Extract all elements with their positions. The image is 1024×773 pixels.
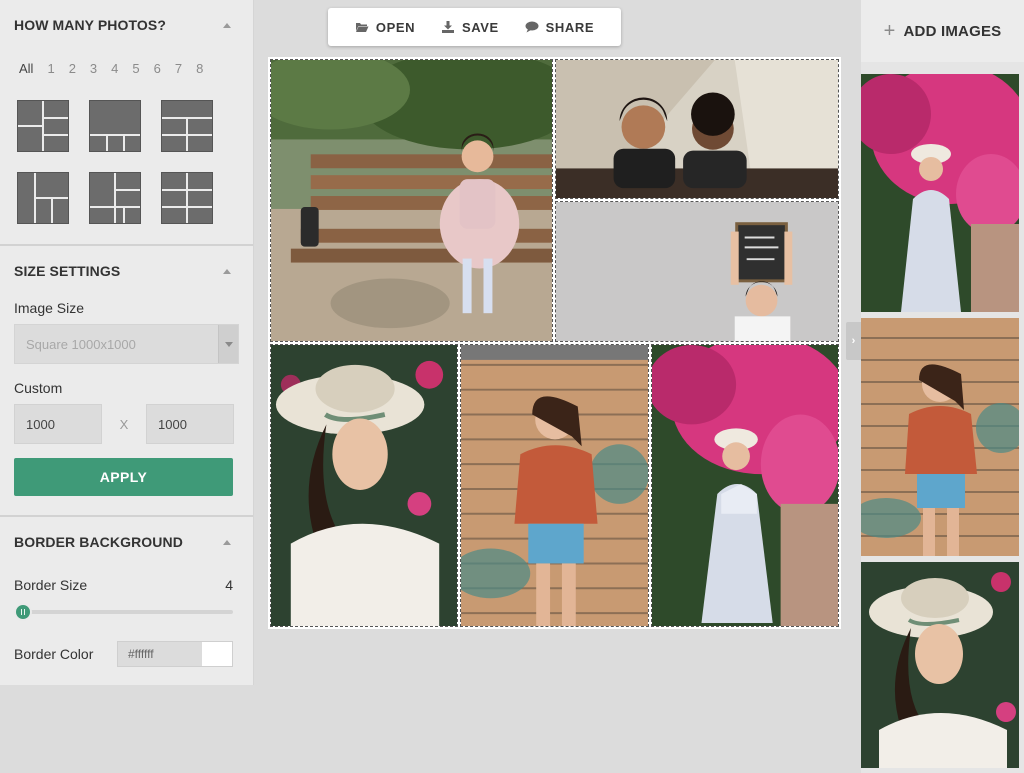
- count-option-5[interactable]: 5: [132, 61, 139, 76]
- photo-image: [461, 345, 648, 626]
- size-section-title: SIZE SETTINGS: [14, 263, 121, 279]
- slider-track[interactable]: [14, 610, 233, 614]
- count-option-7[interactable]: 7: [175, 61, 182, 76]
- image-thumbnail-2[interactable]: [861, 318, 1019, 556]
- chevron-up-icon[interactable]: [223, 539, 231, 545]
- slider-handle[interactable]: [14, 603, 32, 621]
- toolbar: OPEN SAVE SHARE: [328, 8, 621, 46]
- layout-option-5[interactable]: [89, 172, 141, 224]
- collage-canvas[interactable]: [268, 57, 841, 629]
- count-option-3[interactable]: 3: [90, 61, 97, 76]
- collage-photo-5[interactable]: [460, 344, 649, 627]
- photo-image: [556, 60, 838, 198]
- border-color-row: Border Color #ffffff: [0, 641, 253, 667]
- count-option-all[interactable]: All: [19, 61, 33, 76]
- open-button[interactable]: OPEN: [355, 20, 415, 35]
- count-option-2[interactable]: 2: [69, 61, 76, 76]
- layout-option-1[interactable]: [17, 100, 69, 152]
- comment-icon: [525, 21, 539, 33]
- image-thumbnail-1[interactable]: [861, 74, 1019, 312]
- layout-option-4[interactable]: [17, 172, 69, 224]
- border-section-header[interactable]: BORDER BACKGROUND: [0, 517, 253, 567]
- chevron-down-icon[interactable]: [218, 325, 238, 363]
- open-label: OPEN: [375, 19, 416, 35]
- count-option-1[interactable]: 1: [47, 61, 54, 76]
- count-option-8[interactable]: 8: [196, 61, 203, 76]
- image-size-label: Image Size: [14, 300, 85, 316]
- add-images-button[interactable]: + ADD IMAGES: [861, 0, 1024, 62]
- images-panel: + ADD IMAGES: [861, 0, 1024, 773]
- chevron-up-icon[interactable]: [223, 22, 231, 28]
- size-section-header[interactable]: SIZE SETTINGS: [0, 246, 253, 296]
- chevron-up-icon[interactable]: [223, 268, 231, 274]
- border-size-value: 4: [225, 577, 233, 593]
- image-size-select[interactable]: Square 1000x1000: [14, 324, 239, 364]
- collage-photo-6[interactable]: [651, 344, 839, 627]
- layout-option-2[interactable]: [89, 100, 141, 152]
- apply-button[interactable]: APPLY: [14, 458, 233, 496]
- photo-image: [652, 345, 838, 626]
- count-option-4[interactable]: 4: [111, 61, 118, 76]
- collage-photo-2[interactable]: [555, 59, 839, 199]
- photo-image: [556, 202, 838, 341]
- photo-image: [861, 318, 1019, 556]
- photo-image: [861, 562, 1019, 768]
- photos-section-header[interactable]: HOW MANY PHOTOS?: [0, 0, 253, 50]
- layout-option-3[interactable]: [161, 100, 213, 152]
- border-color-label: Border Color: [14, 646, 94, 662]
- collage-photo-1[interactable]: [270, 59, 553, 342]
- image-size-value: Square 1000x1000: [26, 336, 136, 352]
- chevron-right-icon[interactable]: ›: [846, 322, 861, 360]
- image-thumbnail-3[interactable]: [861, 562, 1019, 768]
- height-input[interactable]: 1000: [146, 404, 234, 444]
- layout-option-6[interactable]: [161, 172, 213, 224]
- color-swatch[interactable]: [202, 642, 232, 666]
- download-icon: [441, 21, 455, 33]
- border-section-title: BORDER BACKGROUND: [14, 534, 183, 550]
- size-separator: X: [119, 416, 129, 432]
- share-button[interactable]: SHARE: [525, 20, 595, 35]
- border-color-picker[interactable]: #ffffff: [117, 641, 233, 667]
- border-size-label: Border Size: [14, 577, 88, 593]
- collage-photo-4[interactable]: [270, 344, 458, 627]
- border-color-input[interactable]: #ffffff: [118, 642, 202, 666]
- share-label: SHARE: [545, 19, 595, 35]
- custom-label: Custom: [14, 380, 63, 396]
- plus-icon: +: [883, 19, 896, 42]
- layout-grid: [0, 86, 253, 224]
- photo-image: [271, 345, 457, 626]
- collage-photo-3[interactable]: [555, 201, 839, 342]
- photos-section-title: HOW MANY PHOTOS?: [14, 17, 166, 33]
- photo-image: [271, 60, 552, 341]
- settings-panel: HOW MANY PHOTOS? All 1 2 3 4 5 6 7 8 SIZ…: [0, 0, 254, 685]
- border-size-row: Border Size 4: [0, 577, 253, 593]
- photo-image: [861, 74, 1019, 312]
- add-images-label: ADD IMAGES: [903, 22, 1002, 40]
- count-option-6[interactable]: 6: [154, 61, 161, 76]
- custom-size-row: 1000 X 1000: [0, 404, 253, 444]
- border-size-slider[interactable]: [14, 603, 233, 621]
- photo-count-selector: All 1 2 3 4 5 6 7 8: [0, 50, 253, 86]
- width-input[interactable]: 1000: [14, 404, 102, 444]
- folder-open-icon: [355, 21, 369, 33]
- save-label: SAVE: [461, 19, 499, 35]
- save-button[interactable]: SAVE: [441, 20, 499, 35]
